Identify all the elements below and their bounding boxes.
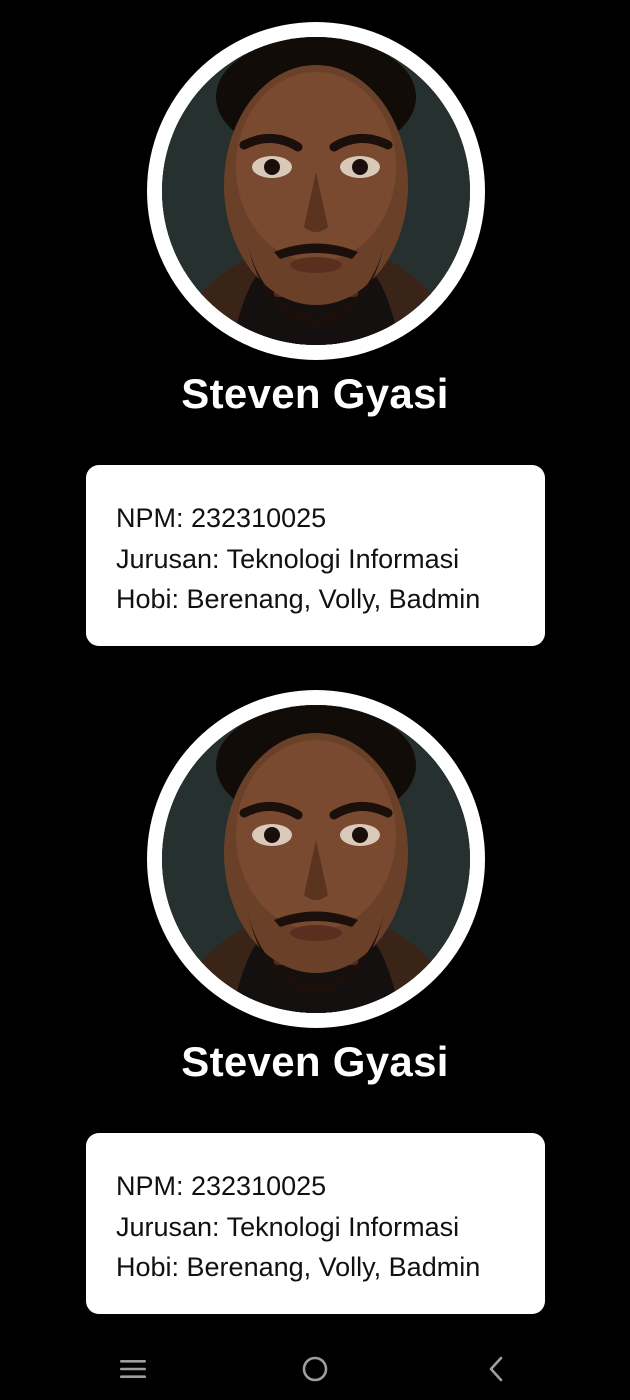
profile-section: Steven Gyasi NPM: 232310025 Jurusan: Tek… <box>0 0 630 668</box>
avatar <box>162 705 470 1013</box>
jurusan-text: Jurusan: Teknologi Informasi <box>116 543 460 574</box>
home-button[interactable] <box>292 1346 338 1392</box>
recent-apps-button[interactable] <box>110 1346 156 1392</box>
info-card: NPM: 232310025 Jurusan: Teknologi Inform… <box>86 1133 545 1314</box>
system-navigation-bar <box>0 1338 630 1400</box>
npm-text: NPM: 232310025 <box>116 503 327 533</box>
avatar-frame <box>147 22 485 360</box>
hobi-text: Hobi: Berenang, Volly, Badmin <box>116 1252 481 1282</box>
profile-section: Steven Gyasi NPM: 232310025 Jurusan: Tek… <box>0 668 630 1336</box>
profile-name: Steven Gyasi <box>181 1038 449 1085</box>
avatar <box>162 37 470 345</box>
avatar-portrait-image <box>162 37 470 345</box>
avatar-portrait-image <box>162 705 470 1013</box>
info-card: NPM: 232310025 Jurusan: Teknologi Inform… <box>86 465 545 646</box>
hobi-text: Hobi: Berenang, Volly, Badmin <box>116 584 481 614</box>
home-icon <box>302 1356 328 1382</box>
profile-name: Steven Gyasi <box>181 370 449 417</box>
back-icon <box>489 1356 503 1382</box>
menu-icon <box>120 1360 146 1378</box>
jurusan-text: Jurusan: Teknologi Informasi <box>116 1211 460 1242</box>
back-button[interactable] <box>473 1346 519 1392</box>
npm-text: NPM: 232310025 <box>116 1171 327 1201</box>
avatar-frame <box>147 690 485 1028</box>
